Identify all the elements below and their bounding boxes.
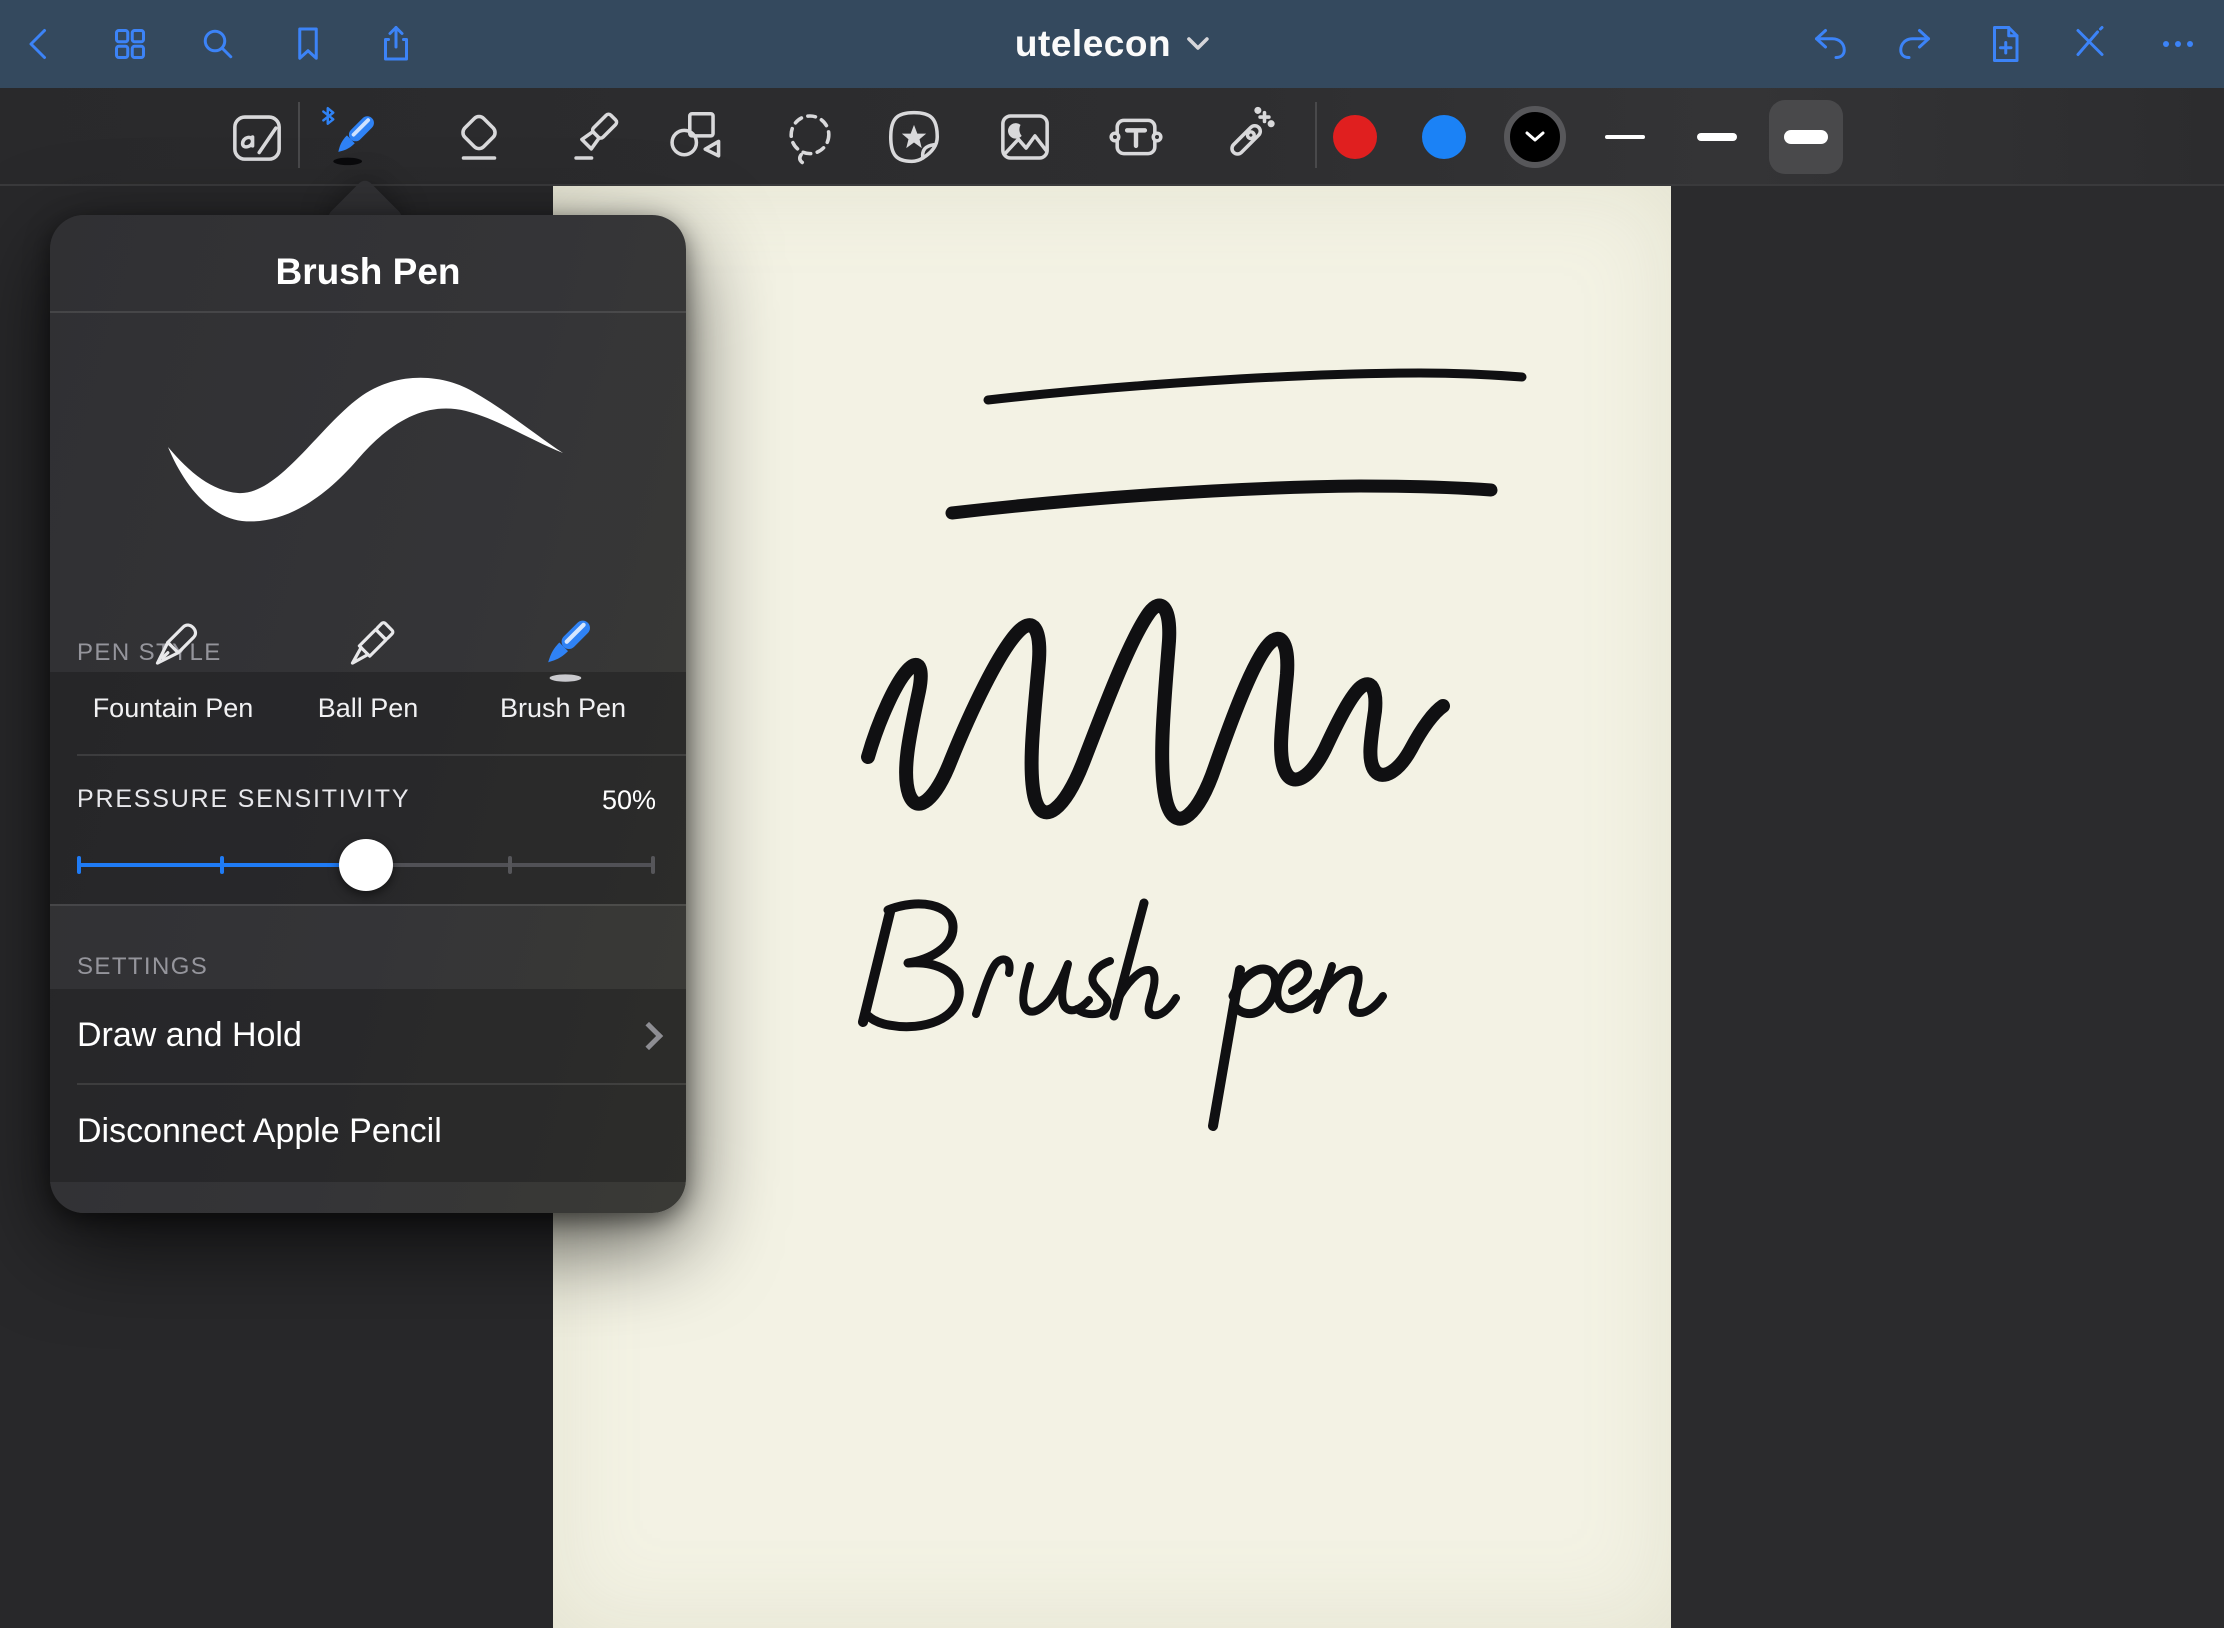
brush-pen-icon: [524, 611, 602, 689]
pen-option-label: Ball Pen: [318, 693, 419, 724]
pen-option-fountain[interactable]: Fountain Pen: [67, 611, 279, 754]
highlighter-tool[interactable]: [560, 101, 632, 173]
thickness-medium[interactable]: [1697, 133, 1737, 141]
disconnect-apple-pencil-row[interactable]: Disconnect Apple Pencil: [50, 1085, 686, 1178]
undo-icon[interactable]: [1807, 21, 1853, 67]
lasso-tool[interactable]: [774, 101, 846, 173]
pressure-value: 50%: [602, 785, 656, 816]
pressure-slider-thumb[interactable]: [339, 839, 393, 891]
scroll-mode-tool[interactable]: [221, 101, 293, 173]
pen-option-label: Brush Pen: [500, 693, 626, 724]
settings-label: SETTINGS: [77, 953, 208, 981]
shapes-tool[interactable]: [656, 101, 728, 173]
ball-pen-icon: [329, 611, 407, 689]
pen-option-brush-selected[interactable]: Brush Pen: [457, 611, 669, 754]
eraser-tool[interactable]: [443, 101, 515, 173]
bookmark-icon[interactable]: [285, 21, 331, 67]
chevron-down-icon: [1525, 131, 1545, 143]
tool-bar: [0, 88, 2224, 186]
pen-option-label: Fountain Pen: [93, 693, 254, 724]
share-icon[interactable]: [373, 21, 419, 67]
separator: [50, 904, 686, 906]
slider-tick-100: [651, 856, 655, 874]
right-backdrop: [1671, 186, 2224, 1628]
color-swatch-black-selected[interactable]: [1504, 106, 1566, 168]
nav-bar: utelecon: [0, 0, 2224, 88]
readonly-pen-icon[interactable]: [2067, 21, 2113, 67]
slider-tick-75: [508, 856, 512, 874]
add-page-icon[interactable]: [1982, 21, 2028, 67]
note-canvas[interactable]: [553, 186, 1671, 1628]
pen-tool[interactable]: [315, 101, 387, 173]
draw-and-hold-row[interactable]: Draw and Hold: [50, 989, 686, 1082]
stroke-zigzag: [868, 606, 1443, 819]
row-label: Disconnect Apple Pencil: [77, 1112, 442, 1151]
chevron-down-icon: [1187, 37, 1209, 51]
document-title[interactable]: utelecon: [1015, 23, 1209, 65]
pen-option-ball[interactable]: Ball Pen: [262, 611, 474, 754]
back-icon[interactable]: [17, 21, 63, 67]
popover-title: Brush Pen: [50, 251, 686, 293]
brush-pen-popover: Brush Pen PEN STYLE Fountain Pen Ball Pe…: [50, 215, 686, 1213]
stroke-line-2: [952, 486, 1491, 513]
thickness-thick-mark: [1784, 130, 1828, 144]
sticker-tool[interactable]: [878, 101, 950, 173]
text-tool[interactable]: [1100, 101, 1172, 173]
page-title: utelecon: [1015, 23, 1171, 65]
redo-icon[interactable]: [1892, 21, 1938, 67]
more-icon[interactable]: [2155, 21, 2201, 67]
slider-tick-25: [220, 856, 224, 874]
laser-pointer-tool[interactable]: [1213, 101, 1285, 173]
separator: [77, 754, 686, 756]
slider-tick-0: [77, 856, 81, 874]
thickness-thin[interactable]: [1605, 135, 1645, 139]
separator: [50, 311, 686, 313]
ink-strokes: [553, 186, 1671, 1628]
toolbar-divider: [1315, 102, 1317, 168]
bluetooth-icon: [323, 108, 333, 124]
row-label: Draw and Hold: [77, 1016, 302, 1055]
toolbar-divider: [298, 102, 300, 168]
grid-icon[interactable]: [107, 21, 153, 67]
chevron-right-icon: [635, 1021, 663, 1049]
stroke-line-1: [988, 373, 1522, 400]
color-swatch-red[interactable]: [1333, 115, 1377, 159]
handwriting-brush-pen: [863, 903, 1383, 1126]
search-icon[interactable]: [195, 21, 241, 67]
pressure-label: PRESSURE SENSITIVITY: [77, 785, 410, 814]
color-swatch-blue[interactable]: [1422, 115, 1466, 159]
image-tool[interactable]: [989, 101, 1061, 173]
fountain-pen-icon: [134, 611, 212, 689]
